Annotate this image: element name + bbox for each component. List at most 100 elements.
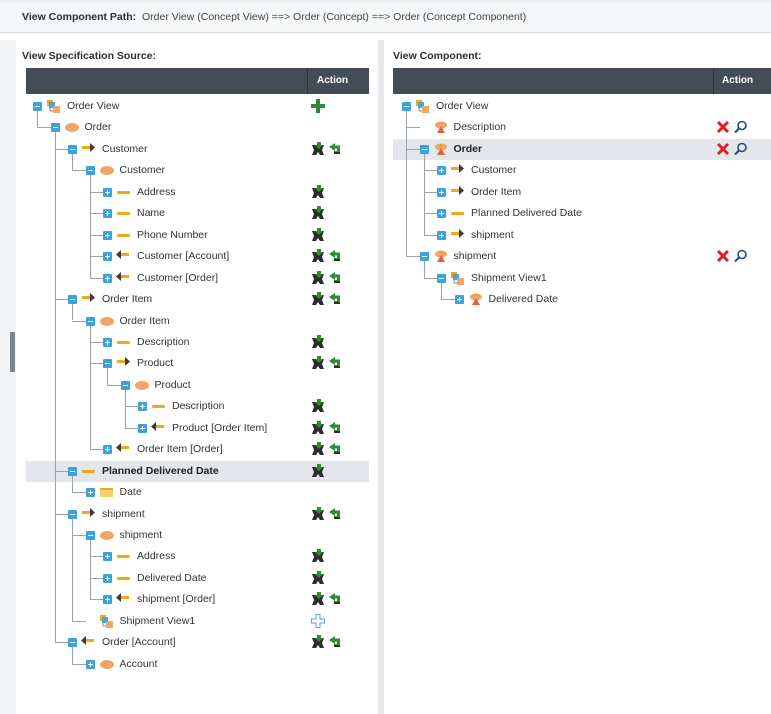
include-icon[interactable] bbox=[311, 592, 325, 609]
expand-toggle[interactable] bbox=[103, 573, 112, 583]
search-icon[interactable] bbox=[734, 249, 748, 266]
tree-node-label[interactable]: Product bbox=[137, 357, 173, 369]
include-icon[interactable] bbox=[311, 334, 325, 352]
tree-node-label[interactable]: Order Item bbox=[471, 186, 521, 198]
tree-node-label[interactable]: Customer [Order] bbox=[137, 272, 218, 284]
tree-node-label[interactable]: Date bbox=[120, 486, 142, 498]
expand-toggle[interactable] bbox=[138, 423, 147, 433]
tree-node-label[interactable]: Account bbox=[120, 658, 158, 670]
tree-node-label[interactable]: Order View bbox=[436, 100, 488, 112]
tree-node-label[interactable]: shipment [Order] bbox=[137, 593, 215, 605]
search-icon[interactable] bbox=[734, 142, 748, 159]
remove-icon[interactable] bbox=[716, 249, 730, 266]
link-icon[interactable] bbox=[328, 421, 342, 438]
tree-node-label[interactable]: Description bbox=[172, 400, 225, 412]
collapse-toggle[interactable] bbox=[85, 531, 95, 540]
tree-node-label[interactable]: Shipment View1 bbox=[471, 272, 547, 284]
tree-node-label[interactable]: Order Item bbox=[102, 293, 152, 305]
include-icon[interactable] bbox=[311, 549, 325, 566]
tree-node-label[interactable]: shipment bbox=[454, 250, 497, 262]
remove-icon[interactable] bbox=[716, 120, 730, 137]
link-icon[interactable] bbox=[328, 356, 342, 373]
add-outline-icon[interactable] bbox=[311, 613, 325, 631]
include-icon[interactable] bbox=[311, 184, 325, 202]
link-icon[interactable] bbox=[328, 635, 342, 652]
collapse-toggle[interactable] bbox=[33, 102, 42, 111]
expand-toggle[interactable] bbox=[103, 595, 112, 605]
include-icon[interactable] bbox=[311, 249, 325, 266]
include-icon[interactable] bbox=[311, 227, 325, 245]
collapse-toggle[interactable] bbox=[437, 273, 446, 283]
expand-toggle[interactable] bbox=[454, 295, 464, 305]
include-icon[interactable] bbox=[311, 356, 325, 373]
collapse-toggle[interactable] bbox=[68, 295, 77, 305]
tree-node-label[interactable]: Phone Number bbox=[137, 229, 208, 241]
collapse-toggle[interactable] bbox=[68, 509, 77, 519]
link-icon[interactable] bbox=[328, 592, 342, 609]
link-icon[interactable] bbox=[328, 442, 342, 459]
tree-node-label[interactable]: Order View bbox=[67, 100, 119, 112]
expand-toggle[interactable] bbox=[437, 187, 446, 197]
include-icon[interactable] bbox=[311, 141, 325, 159]
tree-node-label[interactable]: shipment bbox=[102, 508, 145, 520]
collapse-toggle[interactable] bbox=[85, 316, 95, 326]
tree-node-label[interactable]: Name bbox=[137, 207, 165, 219]
tree-node-label[interactable]: Delivered Date bbox=[137, 572, 206, 584]
link-icon[interactable] bbox=[328, 142, 342, 159]
tree-node-label[interactable]: Product bbox=[155, 379, 191, 391]
tree-node-label[interactable]: shipment bbox=[120, 529, 163, 541]
tree-node-label[interactable]: Order [Account] bbox=[102, 636, 176, 648]
expand-toggle[interactable] bbox=[85, 659, 95, 669]
link-icon[interactable] bbox=[328, 292, 342, 309]
collapse-toggle[interactable] bbox=[50, 123, 60, 133]
tree-node-label[interactable]: Order Item bbox=[120, 315, 170, 327]
expand-toggle[interactable] bbox=[103, 445, 112, 455]
collapse-toggle[interactable] bbox=[120, 380, 130, 390]
link-icon[interactable] bbox=[328, 271, 342, 288]
collapse-toggle[interactable] bbox=[68, 638, 77, 648]
tree-node-label[interactable]: Address bbox=[137, 550, 176, 562]
tree-node-label[interactable]: Order Item [Order] bbox=[137, 443, 223, 455]
expand-toggle[interactable] bbox=[103, 209, 112, 219]
tree-node-label[interactable]: Product [Order Item] bbox=[172, 422, 267, 434]
expand-toggle[interactable] bbox=[103, 187, 112, 197]
add-icon[interactable] bbox=[311, 99, 325, 116]
include-icon[interactable] bbox=[311, 399, 325, 416]
include-icon[interactable] bbox=[311, 570, 325, 588]
include-icon[interactable] bbox=[311, 463, 325, 481]
collapse-toggle[interactable] bbox=[103, 359, 112, 369]
expand-toggle[interactable] bbox=[437, 209, 446, 219]
expand-toggle[interactable] bbox=[103, 552, 112, 562]
tree-node-label[interactable]: Customer bbox=[120, 164, 166, 176]
tree-node-label[interactable]: Shipment View1 bbox=[120, 615, 196, 627]
expand-toggle[interactable] bbox=[103, 337, 112, 347]
include-icon[interactable] bbox=[311, 206, 325, 223]
tree-node-label[interactable]: Description bbox=[137, 336, 190, 348]
expand-toggle[interactable] bbox=[138, 402, 147, 412]
search-icon[interactable] bbox=[734, 120, 748, 137]
include-icon[interactable] bbox=[311, 270, 325, 288]
expand-toggle[interactable] bbox=[103, 230, 112, 240]
tree-node-label[interactable]: Customer bbox=[471, 164, 517, 176]
expand-toggle[interactable] bbox=[437, 230, 446, 240]
remove-icon[interactable] bbox=[716, 142, 730, 159]
collapse-toggle[interactable] bbox=[68, 466, 77, 476]
tree-node-label[interactable]: Planned Delivered Date bbox=[471, 207, 582, 219]
tree-node-label[interactable]: Planned Delivered Date bbox=[102, 465, 219, 477]
collapse-toggle[interactable] bbox=[85, 166, 95, 176]
expand-toggle[interactable] bbox=[103, 273, 112, 283]
tree-node-label[interactable]: Customer [Account] bbox=[137, 250, 229, 262]
include-icon[interactable] bbox=[311, 635, 325, 652]
tree-node-label[interactable]: Customer bbox=[102, 143, 148, 155]
link-icon[interactable] bbox=[328, 249, 342, 266]
include-icon[interactable] bbox=[311, 292, 325, 309]
expand-toggle[interactable] bbox=[437, 166, 446, 176]
collapse-toggle[interactable] bbox=[419, 144, 429, 154]
link-icon[interactable] bbox=[328, 507, 342, 524]
tree-node-label[interactable]: Description bbox=[454, 121, 507, 133]
include-icon[interactable] bbox=[311, 506, 325, 524]
collapse-handle[interactable] bbox=[10, 332, 15, 372]
include-icon[interactable] bbox=[311, 420, 325, 438]
collapse-toggle[interactable] bbox=[68, 144, 77, 154]
tree-node-label[interactable]: Order bbox=[85, 121, 112, 133]
